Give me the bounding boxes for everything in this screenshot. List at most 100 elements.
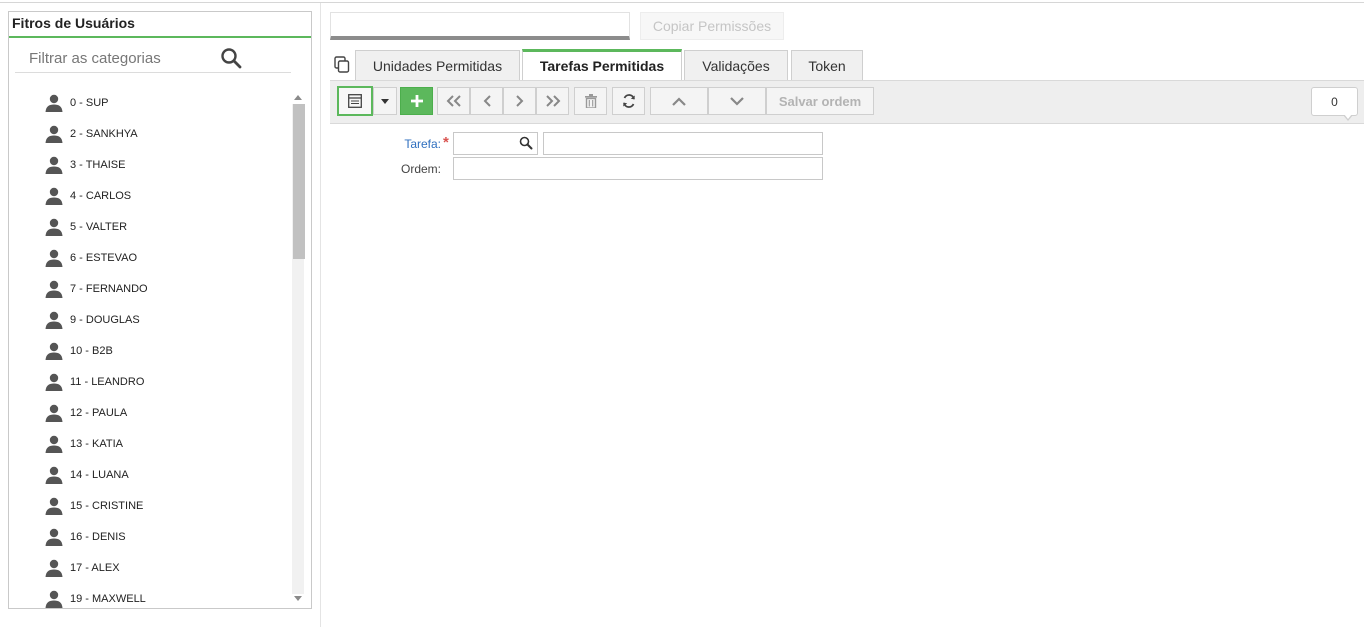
list-item[interactable]: 12 - PAULA (45, 402, 127, 424)
user-label: 16 - DENIS (70, 531, 126, 543)
record-count-badge: 0 (1311, 87, 1358, 116)
chevron-down-icon (730, 96, 744, 106)
search-icon[interactable] (519, 136, 533, 150)
user-icon (45, 342, 63, 360)
user-label: 11 - LEANDRO (70, 376, 145, 388)
user-icon (45, 187, 63, 205)
filter-row (15, 41, 291, 73)
last-record-button[interactable] (536, 87, 569, 115)
move-up-button[interactable] (650, 87, 708, 115)
tab-token[interactable]: Token (791, 50, 863, 80)
delete-button[interactable] (574, 87, 607, 115)
add-button[interactable] (400, 87, 433, 115)
user-label: 4 - CARLOS (70, 190, 132, 202)
user-icon (45, 497, 63, 515)
chevron-right-icon (515, 95, 523, 107)
ordem-input[interactable] (453, 157, 823, 180)
caret-down-icon (381, 98, 389, 104)
user-label: 14 - LUANA (70, 469, 129, 481)
list-item[interactable]: 3 - THAISE (45, 154, 125, 176)
user-label: 15 - CRISTINE (70, 500, 144, 512)
list-item[interactable]: 14 - LUANA (45, 464, 129, 486)
user-list-scrollbar[interactable] (291, 90, 305, 604)
user-label: 5 - VALTER (70, 221, 128, 233)
user-icon (45, 94, 63, 112)
user-label: 3 - THAISE (70, 159, 126, 171)
required-marker: * (443, 134, 449, 151)
user-label: 6 - ESTEVAO (70, 252, 138, 264)
tab-unidades-permitidas[interactable]: Unidades Permitidas (355, 50, 520, 80)
copy-permissions-button[interactable]: Copiar Permissões (640, 12, 784, 40)
ordem-label: Ordem: (400, 162, 441, 176)
save-order-button[interactable]: Salvar ordem (766, 87, 874, 115)
list-item[interactable]: 13 - KATIA (45, 433, 123, 455)
panel-title: Fitros de Usuários (9, 12, 311, 38)
list-item[interactable]: 6 - ESTEVAO (45, 247, 137, 269)
chevron-up-icon (672, 96, 686, 106)
double-chevron-right-icon (545, 95, 560, 107)
next-record-button[interactable] (503, 87, 536, 115)
user-icon (45, 590, 63, 608)
scroll-thumb[interactable] (293, 104, 305, 259)
user-filter-panel: Fitros de Usuários 0 - SUP 2 - SANKHYA 3… (8, 11, 312, 609)
double-chevron-left-icon (446, 95, 461, 107)
user-icon (45, 311, 63, 329)
list-item[interactable]: 9 - DOUGLAS (45, 309, 140, 331)
list-item[interactable]: 0 - SUP (45, 92, 109, 114)
user-icon (45, 156, 63, 174)
scroll-up-icon[interactable] (294, 95, 302, 100)
user-icon (45, 249, 63, 267)
user-icon (45, 373, 63, 391)
panel-divider (320, 3, 321, 627)
user-label: 0 - SUP (70, 97, 109, 109)
tab-tarefas-permitidas[interactable]: Tarefas Permitidas (522, 49, 682, 80)
list-item[interactable]: 19 - MAXWELL (45, 588, 146, 608)
user-icon (45, 218, 63, 236)
scroll-down-icon[interactable] (294, 596, 302, 601)
chevron-left-icon (483, 95, 491, 107)
refresh-button[interactable] (612, 87, 645, 115)
refresh-icon (622, 94, 635, 108)
list-item[interactable]: 11 - LEANDRO (45, 371, 144, 393)
list-item[interactable]: 2 - SANKHYA (45, 123, 138, 145)
move-down-button[interactable] (708, 87, 766, 115)
tarefa-label[interactable]: Tarefa: (380, 137, 441, 151)
list-item[interactable]: 16 - DENIS (45, 526, 126, 548)
plus-icon (410, 95, 423, 107)
scroll-track[interactable] (292, 104, 305, 594)
trash-icon (584, 94, 597, 108)
user-icon (45, 559, 63, 577)
list-item[interactable]: 17 - ALEX (45, 557, 120, 579)
list-item[interactable]: 10 - B2B (45, 340, 113, 362)
user-icon (45, 435, 63, 453)
view-dropdown-button[interactable] (373, 87, 397, 115)
list-item[interactable]: 4 - CARLOS (45, 185, 131, 207)
tab-validacoes[interactable]: Validações (684, 50, 788, 80)
first-record-button[interactable] (437, 87, 470, 115)
user-label: 13 - KATIA (70, 438, 123, 450)
user-icon (45, 466, 63, 484)
list-item[interactable]: 5 - VALTER (45, 216, 127, 238)
search-icon[interactable] (220, 47, 244, 69)
user-icon (45, 404, 63, 422)
duplicate-icon[interactable] (334, 56, 350, 74)
top-border (0, 2, 1364, 3)
list-item[interactable]: 7 - FERNANDO (45, 278, 148, 300)
user-icon (45, 528, 63, 546)
list-item[interactable]: 15 - CRISTINE (45, 495, 143, 517)
grid-toolbar: Salvar ordem (330, 80, 1364, 124)
table-icon (348, 94, 362, 108)
user-label: 12 - PAULA (70, 407, 128, 419)
previous-record-button[interactable] (470, 87, 503, 115)
user-label: 10 - B2B (70, 345, 113, 357)
category-filter-input[interactable] (29, 47, 219, 69)
user-label: 19 - MAXWELL (70, 593, 146, 605)
badge-tail-inner (1344, 114, 1352, 119)
selected-user-field[interactable] (330, 12, 630, 40)
user-label: 17 - ALEX (70, 562, 120, 574)
user-icon (45, 280, 63, 298)
tarefa-description-field[interactable] (543, 132, 823, 155)
grid-view-button[interactable] (337, 86, 373, 116)
user-label: 7 - FERNANDO (70, 283, 148, 295)
user-label: 2 - SANKHYA (70, 128, 138, 140)
